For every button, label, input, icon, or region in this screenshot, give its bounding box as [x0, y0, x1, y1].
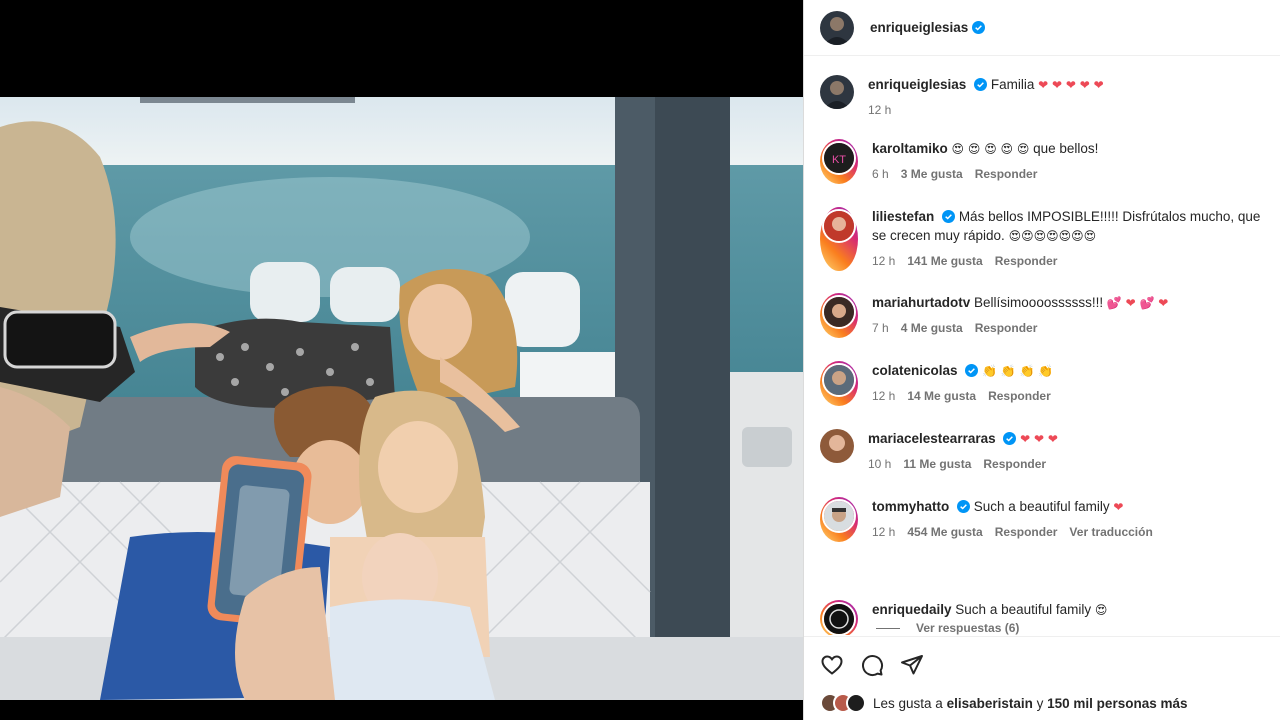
post-side-panel: enriqueiglesias enriqueiglesias Familia … [803, 0, 1280, 720]
verified-badge-icon [972, 21, 986, 34]
comment-likes[interactable]: 141 Me gusta [907, 252, 982, 271]
comment-text: Such a beautiful family [973, 499, 1110, 514]
svg-text:KT: KT [832, 154, 846, 166]
comment-username[interactable]: tommyhatto [872, 499, 949, 514]
comment-avatar[interactable] [820, 497, 858, 542]
comment-avatar[interactable]: KT [820, 139, 858, 184]
comment-emoji: 💕 ❤ 💕 ❤ [1106, 296, 1169, 310]
caption: enriqueiglesias Familia ❤ ❤ ❤ ❤ ❤ 12 h [820, 75, 1270, 120]
author-username[interactable]: enriqueiglesias [870, 20, 968, 35]
comment-likes[interactable]: 14 Me gusta [907, 387, 976, 406]
likes-user[interactable]: elisaberistain [947, 696, 1033, 711]
comment-item: tommyhatto Such a beautiful family ❤ 12 … [820, 497, 1270, 542]
comment-text: Such a beautiful family [955, 602, 1092, 617]
reply-button[interactable]: Responder [995, 523, 1058, 542]
reply-button[interactable]: Responder [975, 165, 1038, 184]
comment-text: Bellísimoooossssss!!! [974, 295, 1104, 310]
reply-button[interactable]: Responder [995, 252, 1058, 271]
verified-badge-icon [1003, 432, 1017, 445]
reply-button[interactable]: Responder [988, 387, 1051, 406]
comment-emoji: 😍😍😍😍😍😍😍 [1008, 229, 1097, 243]
comment-username[interactable]: mariahurtadotv [872, 295, 970, 310]
post-actions: Les gusta a elisaberistain y 150 mil per… [804, 636, 1280, 720]
liker-avatar [846, 693, 866, 713]
verified-badge-icon [965, 364, 979, 377]
comment-avatar[interactable] [820, 293, 858, 338]
comment-time: 12 h [872, 254, 896, 268]
comment-item: liliestefan Más bellos IMPOSIBLE!!!!! Di… [820, 207, 1270, 271]
comment-avatar[interactable] [820, 361, 858, 406]
likes-prefix: Les gusta a [873, 695, 943, 711]
author-avatar[interactable] [820, 75, 854, 109]
comment-time: 12 h [872, 525, 896, 539]
comment-time: 12 h [872, 389, 896, 403]
comment-likes[interactable]: 4 Me gusta [901, 319, 963, 338]
comment-icon[interactable] [860, 653, 884, 677]
comment-username[interactable]: karoltamiko [872, 141, 948, 156]
comment-time: 10 h [868, 457, 892, 471]
comments-list[interactable]: enriqueiglesias Familia ❤ ❤ ❤ ❤ ❤ 12 h K… [804, 57, 1280, 635]
comment-item: mariahurtadotv Bellísimoooossssss!!! 💕 ❤… [820, 293, 1270, 338]
translate-button[interactable]: Ver traducción [1069, 523, 1152, 542]
comment-likes[interactable]: 454 Me gusta [907, 523, 982, 542]
comment-item: KT karoltamiko 😍 😍 😍 😍 😍 que bellos! 6 h… [820, 139, 1270, 184]
verified-badge-icon [957, 500, 971, 513]
post-photo[interactable] [0, 97, 803, 700]
likes-summary[interactable]: Les gusta a elisaberistain y 150 mil per… [820, 693, 1187, 713]
comment-emoji: ❤ [1113, 500, 1124, 514]
post-media [0, 0, 803, 720]
comment-likes[interactable]: 3 Me gusta [901, 165, 963, 184]
post-header: enriqueiglesias [804, 0, 1280, 56]
verified-badge-icon [942, 210, 956, 223]
likes-count[interactable]: 150 mil personas más [1047, 696, 1187, 711]
comment-avatar[interactable] [820, 207, 858, 271]
comment-item: colatenicolas 👏 👏 👏 👏 12 h 14 Me gusta R… [820, 361, 1270, 406]
caption-text: Familia [990, 77, 1035, 92]
comment-username[interactable]: colatenicolas [872, 363, 958, 378]
comment-username[interactable]: liliestefan [872, 209, 934, 224]
caption-username[interactable]: enriqueiglesias [868, 77, 966, 92]
caption-time: 12 h [868, 103, 892, 117]
comment-avatar[interactable] [820, 600, 858, 635]
heart-icon[interactable] [820, 653, 844, 677]
comment-text: que bellos! [1033, 141, 1099, 156]
author-avatar[interactable] [820, 10, 854, 45]
likes-middle: y [1036, 695, 1044, 711]
comment-item: enriquedaily Such a beautiful family 😍 [820, 600, 1270, 635]
comment-likes[interactable]: 11 Me gusta [903, 455, 971, 474]
comment-time: 6 h [872, 167, 889, 181]
comment-time: 7 h [872, 321, 889, 335]
reply-button[interactable]: Responder [983, 455, 1046, 474]
caption-hearts: ❤ ❤ ❤ ❤ ❤ [1038, 78, 1104, 92]
comment-avatar[interactable] [820, 429, 854, 463]
comment-item: mariacelestearraras ❤ ❤ ❤ 10 h 11 Me gus… [820, 429, 1270, 474]
comment-username[interactable]: enriquedaily [872, 602, 952, 617]
reply-button[interactable]: Responder [975, 319, 1038, 338]
verified-badge-icon [974, 78, 988, 91]
comment-username[interactable]: mariacelestearraras [868, 431, 996, 446]
comment-emoji: 😍 😍 😍 😍 😍 [951, 142, 1030, 156]
comment-emoji: ❤ ❤ ❤ [1020, 432, 1058, 446]
comment-emoji: 😍 [1094, 603, 1108, 617]
share-icon[interactable] [900, 653, 924, 677]
comment-emoji: 👏 👏 👏 👏 [982, 364, 1054, 378]
